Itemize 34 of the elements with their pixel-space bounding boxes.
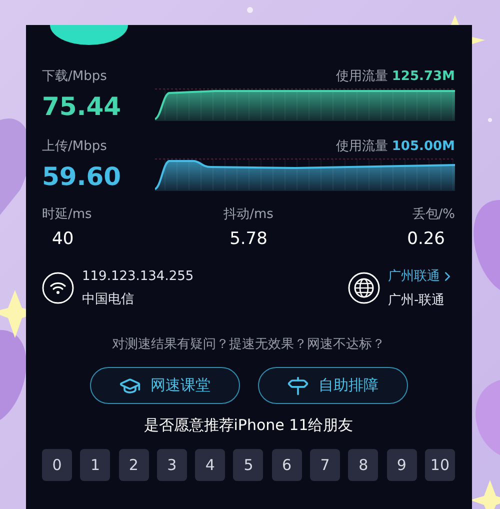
data-usage: 使用流量 125.73M <box>336 68 455 85</box>
metric-value: 5.78 <box>228 229 268 249</box>
score-button[interactable]: 1 <box>80 449 110 481</box>
score-button[interactable]: 8 <box>348 449 378 481</box>
metric-value: 0.26 <box>406 229 446 249</box>
score-button[interactable]: 3 <box>156 449 187 481</box>
server-location: 广州-联通 <box>388 292 446 309</box>
metric-value: 40 <box>51 229 75 249</box>
metric-label: 抖动/ms <box>224 206 274 223</box>
help-question: 对测速结果有疑问？提速无效果？网速不达标？ <box>111 336 386 353</box>
metric-label: 丢包/% <box>412 206 455 223</box>
speed-value: 59.60 <box>42 162 122 191</box>
globe-icon <box>348 272 380 304</box>
data-usage: 使用流量 105.00M <box>336 138 455 155</box>
troubleshoot-button[interactable]: 自助排障 <box>258 367 408 404</box>
score-button[interactable]: 10 <box>424 449 455 481</box>
recommend-question: 是否愿意推荐iPhone 11给朋友 <box>142 416 354 435</box>
score-button[interactable]: 4 <box>195 449 226 481</box>
score-button[interactable]: 7 <box>310 449 340 481</box>
speed-label: 上传/Mbps <box>42 138 107 155</box>
speed-label: 下载/Mbps <box>42 68 107 85</box>
score-button[interactable]: 2 <box>118 449 149 481</box>
score-button[interactable]: 0 <box>42 449 72 481</box>
score-button[interactable]: 9 <box>386 449 417 481</box>
score-button[interactable]: 5 <box>233 449 264 481</box>
metric-label: 时延/ms <box>42 206 92 223</box>
score-button[interactable]: 6 <box>272 449 302 481</box>
speed-course-button[interactable]: 网速课堂 <box>90 367 240 404</box>
signpost-icon <box>286 374 308 396</box>
wifi-icon <box>42 272 74 304</box>
isp-name: 中国电信 <box>82 290 135 308</box>
ip-address: 119.123.134.255 <box>82 268 194 284</box>
speed-value: 75.44 <box>42 92 122 121</box>
server-link[interactable]: 广州联通 <box>388 267 455 285</box>
